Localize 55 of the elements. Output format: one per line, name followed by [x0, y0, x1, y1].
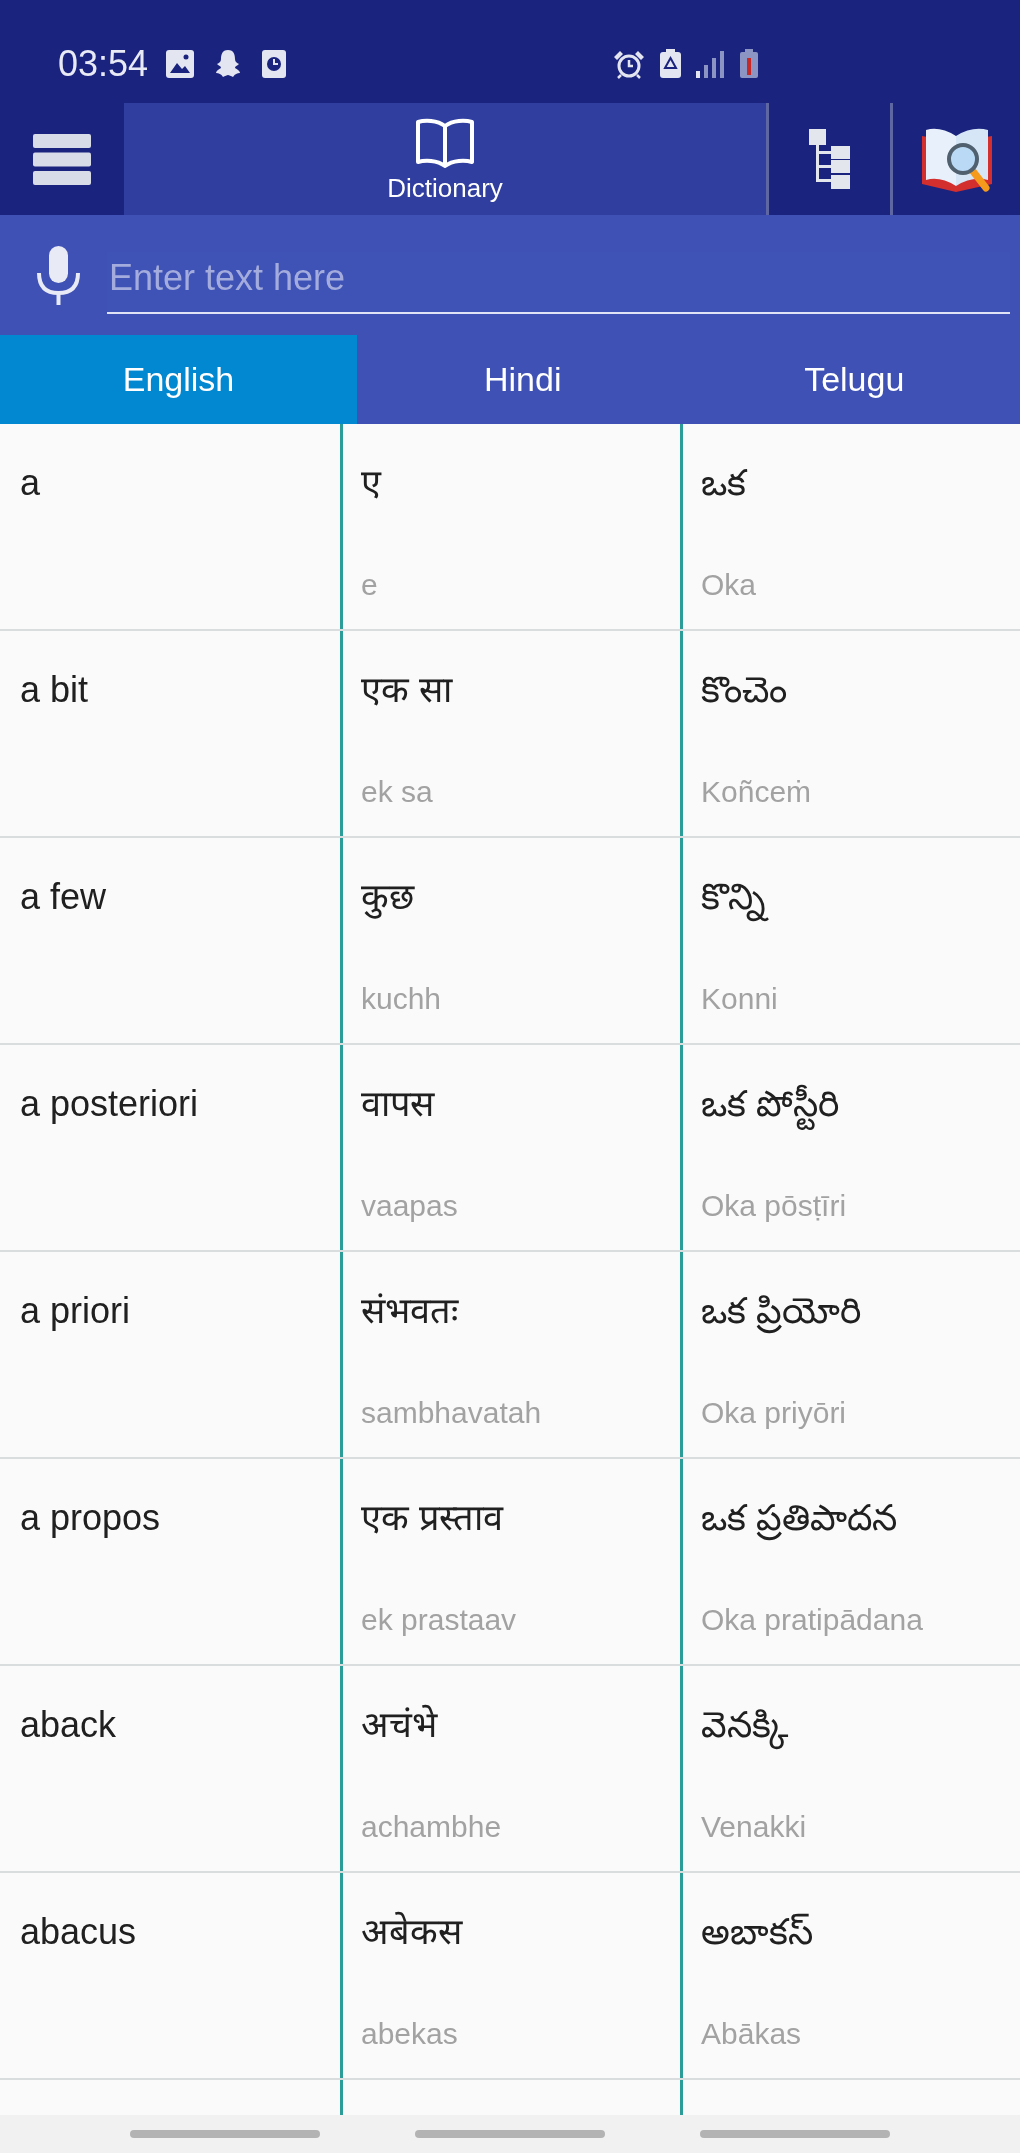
- ghost-icon: [215, 48, 242, 79]
- hindi-transliteration: kuchh: [361, 981, 442, 1017]
- hindi-transliteration: ek sa: [361, 774, 433, 810]
- telugu-transliteration: Koñceṁ: [701, 774, 812, 810]
- hindi-word: ए: [361, 461, 381, 505]
- hindi-transliteration: ek prastaav: [361, 1602, 517, 1638]
- english-word: a few: [20, 875, 107, 919]
- menu-icon: [33, 133, 91, 185]
- telugu-word: ఒక: [701, 461, 746, 505]
- telugu-word: కొంచెం: [701, 668, 787, 712]
- english-word: a priori: [20, 1289, 131, 1333]
- hindi-transliteration: abekas: [361, 2016, 458, 2052]
- telugu-transliteration: Konni: [701, 981, 778, 1017]
- image-icon: [165, 48, 196, 79]
- hindi-word: अबेकस: [361, 1910, 462, 1954]
- telugu-transliteration: Venakki: [701, 1809, 807, 1845]
- language-tab[interactable]: Hindi: [357, 335, 689, 424]
- hindi-word: संभवतः: [361, 1289, 458, 1333]
- signal-icon: [696, 48, 724, 79]
- telugu-word: అబాకస్: [701, 1910, 813, 1954]
- tree-icon: [809, 129, 850, 189]
- hindi-transliteration: vaapas: [361, 1188, 458, 1224]
- telugu-transliteration: Oka: [701, 567, 757, 603]
- telugu-word: వెనక్కి: [701, 1702, 788, 1748]
- battery-saver-icon: [659, 48, 682, 79]
- microphone-icon[interactable]: [36, 245, 81, 305]
- book-icon: [415, 116, 475, 168]
- telugu-word: ఒక ప్రియోరి: [701, 1288, 861, 1334]
- hindi-word: अचंभे: [361, 1703, 437, 1747]
- language-tab[interactable]: English: [0, 335, 357, 424]
- alarm-icon: [613, 48, 645, 79]
- hindi-word: वापस: [361, 1082, 434, 1126]
- english-word: aback: [20, 1703, 117, 1747]
- english-word: a bit: [20, 668, 89, 712]
- telugu-transliteration: Abākas: [701, 2016, 802, 2052]
- hindi-word: एक सा: [361, 668, 452, 712]
- hindi-transliteration: achambhe: [361, 1809, 502, 1845]
- english-word: a: [20, 461, 41, 505]
- english-word: a propos: [20, 1496, 161, 1540]
- english-word: a posteriori: [20, 1082, 199, 1126]
- telugu-word: ఒక ప్రతిపాదన: [701, 1495, 897, 1541]
- english-word: abacus: [20, 1910, 137, 1954]
- hindi-word: कुछ: [361, 875, 414, 920]
- battery-icon: [738, 48, 760, 79]
- telugu-transliteration: Oka priyōri: [701, 1395, 847, 1431]
- hindi-word: एक प्रस्ताव: [361, 1496, 503, 1540]
- hindi-transliteration: e: [361, 567, 378, 603]
- telugu-transliteration: Oka pōsṭīri: [701, 1188, 847, 1224]
- search-bar[interactable]: Enter text here: [0, 215, 1020, 335]
- dictionary-tab[interactable]: Dictionary: [124, 103, 766, 215]
- clock-icon: [261, 48, 288, 79]
- telugu-transliteration: Oka pratipādana: [701, 1602, 923, 1638]
- language-tab[interactable]: Telugu: [688, 335, 1020, 424]
- status-time: 03:54: [58, 43, 149, 84]
- hindi-transliteration: sambhavatah: [361, 1395, 542, 1431]
